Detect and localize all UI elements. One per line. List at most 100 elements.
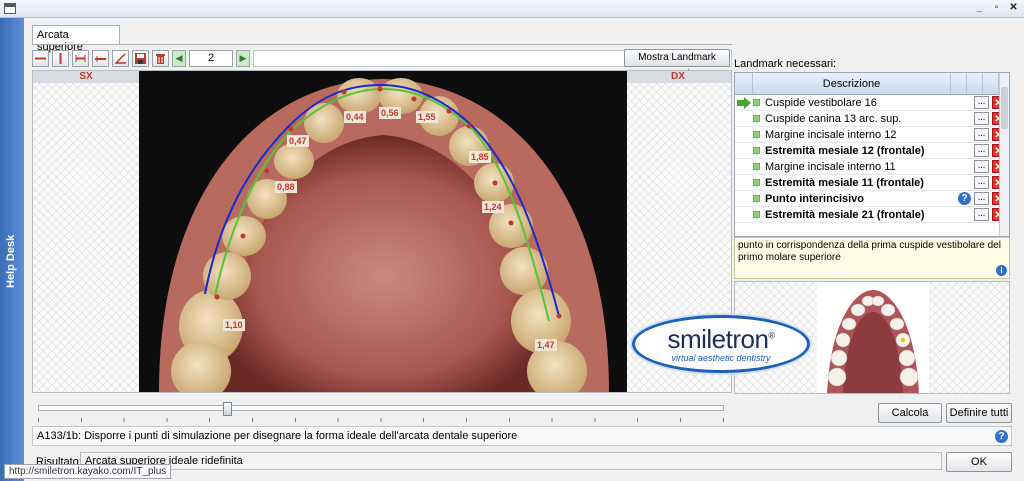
measure-label: 0,56 <box>381 108 399 118</box>
landmark-row-label: Estremità mesiale 21 (frontale) <box>765 208 925 221</box>
show-current-landmark-button[interactable]: Mostra Landmark corrente <box>624 49 730 79</box>
tab-arcata-superiore[interactable]: Arcata superiore <box>32 25 120 53</box>
slider-ticks <box>38 418 724 422</box>
landmark-rows: Cuspide vestibolare 16...✕Cuspide canina… <box>735 95 1009 223</box>
landmark-row-label: Punto interincisivo <box>765 192 865 205</box>
line-icon <box>35 57 46 59</box>
row-options-button[interactable]: ... <box>974 208 989 221</box>
row-help-slot <box>958 128 972 142</box>
delete-button[interactable] <box>152 49 169 67</box>
row-help-slot: ? <box>958 191 972 206</box>
row-options-button[interactable]: ... <box>974 144 989 157</box>
current-row-arrow-icon <box>735 95 753 111</box>
minimize-button[interactable]: _ <box>973 2 986 15</box>
status-square-icon <box>753 115 760 122</box>
tab-divider <box>32 44 732 45</box>
smiletron-logo: smiletron® virtual aesthetic dentistry <box>632 315 810 373</box>
page-number-field[interactable]: 2 <box>189 49 233 67</box>
landmark-row[interactable]: Cuspide vestibolare 16...✕ <box>735 95 1009 111</box>
row-options-button[interactable]: ... <box>974 128 989 141</box>
previous-page-button[interactable]: ◀ <box>172 49 186 67</box>
landmark-table-scrollbar[interactable] <box>999 73 1009 236</box>
landmark-row-label: Estremità mesiale 12 (frontale) <box>765 144 925 157</box>
info-icon[interactable]: i <box>996 265 1007 276</box>
maximize-button[interactable]: ▫ <box>990 2 1003 15</box>
app-window-icon <box>4 3 16 14</box>
measure-label: 1,10 <box>225 320 243 330</box>
row-options-button[interactable]: ... <box>974 160 989 173</box>
row-help-slot <box>958 96 972 110</box>
calcola-button[interactable]: Calcola <box>878 403 942 423</box>
landmark-row[interactable]: Estremità mesiale 12 (frontale)...✕ <box>735 143 1009 159</box>
right-side-header: DX <box>625 71 731 83</box>
row-indicator <box>735 127 753 143</box>
row-help-slot <box>958 176 972 190</box>
distance-tool-button[interactable] <box>92 49 109 67</box>
next-page-button[interactable]: ▶ <box>236 49 250 67</box>
status-square-icon <box>753 147 760 154</box>
save-button[interactable] <box>132 49 149 67</box>
help-desk-panel[interactable]: Help Desk <box>0 18 24 481</box>
instruction-bar: A133/1b: Disporre i punti di simulazione… <box>32 426 1012 446</box>
measure-label: 0,47 <box>289 136 307 146</box>
title-bar: _ ▫ ✕ <box>0 0 1024 18</box>
line-tool-button[interactable] <box>32 49 49 67</box>
slider-track <box>38 405 724 411</box>
logo-registered-mark: ® <box>768 330 775 341</box>
dental-arch-drawing: 0,44 0,56 1,55 0,47 1,85 0,88 1,24 1,10 <box>139 71 627 392</box>
distance-icon <box>95 55 106 62</box>
measure-label: 0,44 <box>346 112 364 122</box>
measure-label: 0,88 <box>277 182 295 192</box>
vertical-line-icon <box>59 52 62 64</box>
segment-icon <box>75 54 86 62</box>
status-square-icon <box>753 99 760 106</box>
landmark-row-label: Cuspide vestibolare 16 <box>765 96 877 109</box>
left-side-header: SX <box>33 71 139 83</box>
row-options-button[interactable]: ... <box>974 96 989 109</box>
help-icon[interactable]: ? <box>995 430 1008 443</box>
row-options-button[interactable]: ... <box>974 112 989 125</box>
segment-tool-button[interactable] <box>72 49 89 67</box>
landmark-row[interactable]: Punto interincisivo?...✕ <box>735 191 1009 207</box>
instruction-text: A133/1b: Disporre i punti di simulazione… <box>37 430 518 442</box>
status-square-icon <box>753 163 760 170</box>
vertical-line-tool-button[interactable] <box>52 49 69 67</box>
landmark-table: Descrizione Cuspide vestibolare 16...✕Cu… <box>734 72 1010 237</box>
angle-icon <box>115 52 126 64</box>
landmark-row[interactable]: Cuspide canina 13 arc. sup....✕ <box>735 111 1009 127</box>
slider-thumb[interactable] <box>223 402 232 416</box>
help-icon[interactable]: ? <box>958 191 971 205</box>
ok-button[interactable]: OK <box>946 452 1012 472</box>
timeline-slider[interactable] <box>38 402 724 422</box>
angle-tool-button[interactable] <box>112 49 129 67</box>
status-square-icon <box>753 179 760 186</box>
main-panel: Arcata superiore ◀ 2 ▶ Mostra Landmark c… <box>24 18 1024 481</box>
close-button[interactable]: ✕ <box>1007 2 1020 15</box>
row-options-button[interactable]: ... <box>974 192 989 205</box>
landmark-row[interactable]: Estremità mesiale 11 (frontale)...✕ <box>735 175 1009 191</box>
left-side-panel: SX <box>33 71 139 392</box>
row-indicator <box>735 207 753 223</box>
landmark-row[interactable]: Estremità mesiale 21 (frontale)...✕ <box>735 207 1009 223</box>
floppy-disk-icon <box>135 52 146 64</box>
row-indicator <box>735 159 753 175</box>
scrollbar-thumb[interactable] <box>1001 87 1008 129</box>
image-viewer[interactable]: SX DX 0,44 0,56 1,55 0,47 1,85 0,88 1,24… <box>32 70 732 393</box>
landmark-row[interactable]: Margine incisale interno 11...✕ <box>735 159 1009 175</box>
row-help-slot <box>958 208 972 222</box>
measure-label: 1,85 <box>471 152 489 162</box>
landmark-row-label: Margine incisale interno 11 <box>765 160 896 173</box>
landmark-description: punto in corrispondenza della prima cusp… <box>734 237 1010 279</box>
row-indicator <box>735 191 753 207</box>
definire-tutti-button[interactable]: Definire tutti <box>946 403 1012 423</box>
row-help-slot <box>958 144 972 158</box>
landmark-row[interactable]: Margine incisale interno 12...✕ <box>735 127 1009 143</box>
column-descrizione[interactable]: Descrizione <box>753 73 951 94</box>
landmark-list-label: Landmark necessari: <box>734 58 837 70</box>
landmark-row-label: Estremità mesiale 11 (frontale) <box>765 176 924 189</box>
status-url-tooltip: http://smiletron.kayako.com/IT_plus <box>4 464 172 479</box>
measure-label: 1,24 <box>484 202 502 212</box>
row-options-button[interactable]: ... <box>974 176 989 189</box>
landmark-row-label: Margine incisale interno 12 <box>765 128 897 141</box>
dental-arch-photo[interactable]: 0,44 0,56 1,55 0,47 1,85 0,88 1,24 1,10 <box>139 71 627 392</box>
